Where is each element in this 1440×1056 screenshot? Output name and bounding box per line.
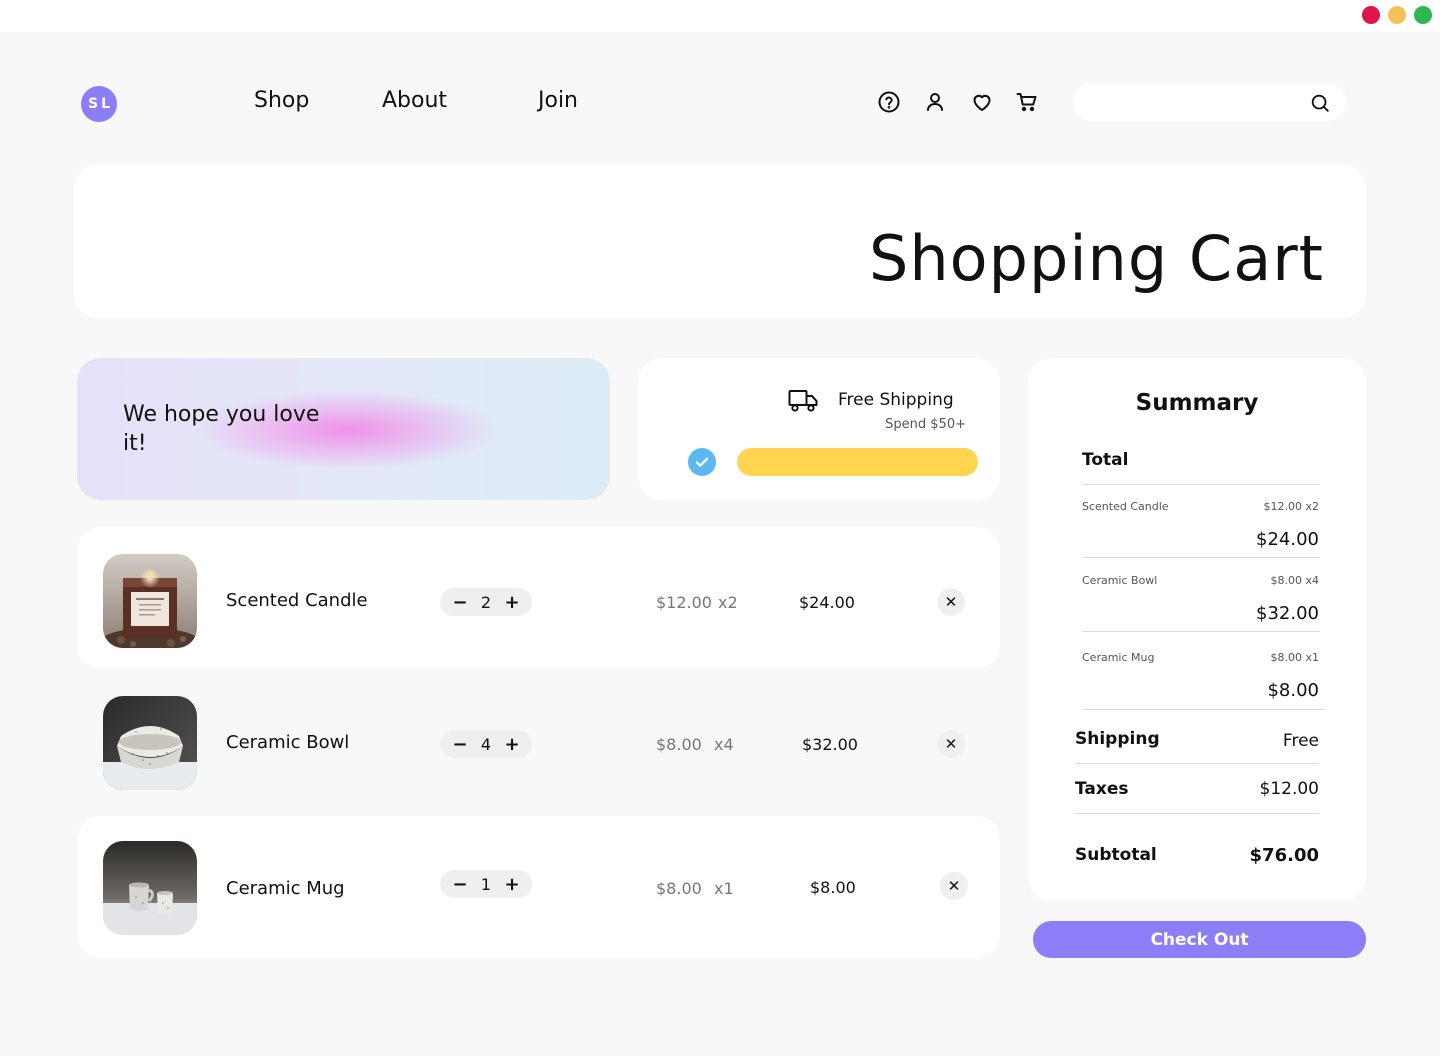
checkmark-icon	[688, 448, 716, 476]
summary-item-unit: $8.00 x1	[1270, 651, 1320, 664]
cart-item-name: Ceramic Mug	[226, 878, 345, 899]
quantity-stepper: − 2 +	[440, 588, 532, 616]
quantity-value: 4	[480, 734, 492, 754]
promo-text: We hope you love it!	[123, 402, 320, 456]
close-icon: ✕	[944, 735, 958, 753]
quantity-value: 1	[480, 874, 492, 894]
shipping-value: Free	[1282, 731, 1319, 751]
promo-banner: We hope you love it!	[77, 358, 610, 500]
shipping-title: Free Shipping	[838, 390, 954, 410]
window-titlebar	[0, 0, 1440, 32]
nav-join-link[interactable]: Join	[538, 88, 578, 113]
help-icon[interactable]	[877, 90, 901, 114]
unit-price: $12.00	[656, 593, 712, 612]
quantity-value: 2	[480, 592, 492, 612]
truck-icon	[788, 390, 818, 412]
brand-logo[interactable]: SL	[81, 86, 117, 122]
close-icon: ✕	[947, 877, 961, 895]
subtotal-label: Subtotal	[1075, 845, 1157, 865]
free-shipping-card: Free Shipping Spend $50+	[638, 358, 1000, 500]
order-summary-card: Summary Total Scented Candle $12.00 x2 $…	[1028, 358, 1366, 901]
shipping-progress-fill	[737, 448, 978, 476]
nav-shop-link[interactable]: Shop	[254, 88, 309, 113]
product-image-scented-candle	[103, 554, 197, 648]
increase-quantity-button[interactable]: +	[502, 874, 522, 895]
cart-icon[interactable]	[1015, 90, 1039, 114]
shipping-subtitle: Spend $50+	[885, 417, 966, 432]
summary-item-total: $24.00	[1256, 529, 1319, 550]
search-input[interactable]	[1089, 91, 1309, 113]
summary-item-name: Ceramic Bowl	[1082, 574, 1158, 587]
divider	[1082, 484, 1320, 485]
divider	[1082, 631, 1320, 632]
unit-price: $8.00	[656, 735, 702, 754]
product-image-ceramic-bowl	[103, 696, 197, 790]
search-bar	[1073, 83, 1346, 121]
increase-quantity-button[interactable]: +	[502, 592, 522, 613]
summary-item-name: Scented Candle	[1082, 500, 1169, 513]
summary-item-unit: $12.00 x2	[1263, 500, 1320, 513]
cart-item-name: Ceramic Bowl	[226, 732, 350, 753]
window-minimize-button[interactable]	[1388, 6, 1406, 24]
quantity-stepper: − 1 +	[440, 870, 532, 898]
subtotal-value: $76.00	[1249, 845, 1319, 866]
summary-item-unit: $8.00 x4	[1270, 574, 1320, 587]
summary-title: Summary	[1135, 390, 1259, 416]
divider	[1082, 709, 1326, 710]
quantity-multiplier: x4	[714, 735, 734, 754]
line-total: $24.00	[799, 593, 855, 612]
nav-about-link[interactable]: About	[382, 88, 447, 113]
summary-item-total: $8.00	[1267, 680, 1319, 701]
divider	[1075, 813, 1319, 814]
window-close-button[interactable]	[1362, 6, 1380, 24]
quantity-multiplier: x1	[714, 879, 734, 898]
cart-item: Ceramic Bowl − 4 + $8.00 x4 $32.00 ✕	[77, 669, 1000, 811]
wishlist-heart-icon[interactable]	[970, 90, 994, 114]
close-icon: ✕	[944, 593, 958, 611]
quantity-stepper: − 4 +	[440, 730, 532, 758]
cart-item: Scented Candle − 2 + $12.00 x2 $24.00 ✕	[77, 527, 1000, 669]
decrease-quantity-button[interactable]: −	[450, 592, 470, 613]
summary-item-total: $32.00	[1256, 603, 1319, 624]
decrease-quantity-button[interactable]: −	[450, 874, 470, 895]
summary-total-label: Total	[1082, 450, 1129, 470]
shipping-progress-bar	[737, 448, 978, 476]
taxes-label: Taxes	[1075, 779, 1129, 799]
unit-price: $8.00	[656, 879, 702, 898]
page-header-card: Shopping Cart	[74, 164, 1366, 318]
remove-item-button[interactable]: ✕	[937, 730, 965, 758]
line-total: $8.00	[810, 878, 856, 897]
remove-item-button[interactable]: ✕	[940, 872, 968, 900]
summary-item-name: Ceramic Mug	[1082, 651, 1155, 664]
quantity-multiplier: x2	[718, 593, 738, 612]
line-total: $32.00	[802, 735, 858, 754]
shipping-label: Shipping	[1075, 729, 1160, 749]
remove-item-button[interactable]: ✕	[937, 588, 965, 616]
cart-item-name: Scented Candle	[226, 590, 368, 611]
divider	[1075, 763, 1319, 764]
checkout-button[interactable]: Check Out	[1033, 921, 1366, 958]
product-image-ceramic-mug	[103, 841, 197, 935]
account-icon[interactable]	[923, 90, 947, 114]
increase-quantity-button[interactable]: +	[502, 734, 522, 755]
cart-item: Ceramic Mug − 1 + $8.00 x1 $8.00 ✕	[77, 816, 1000, 958]
search-icon[interactable]	[1309, 92, 1331, 114]
decrease-quantity-button[interactable]: −	[450, 734, 470, 755]
page-title: Shopping Cart	[869, 222, 1324, 295]
window-maximize-button[interactable]	[1414, 6, 1432, 24]
divider	[1082, 557, 1320, 558]
taxes-value: $12.00	[1259, 779, 1319, 799]
